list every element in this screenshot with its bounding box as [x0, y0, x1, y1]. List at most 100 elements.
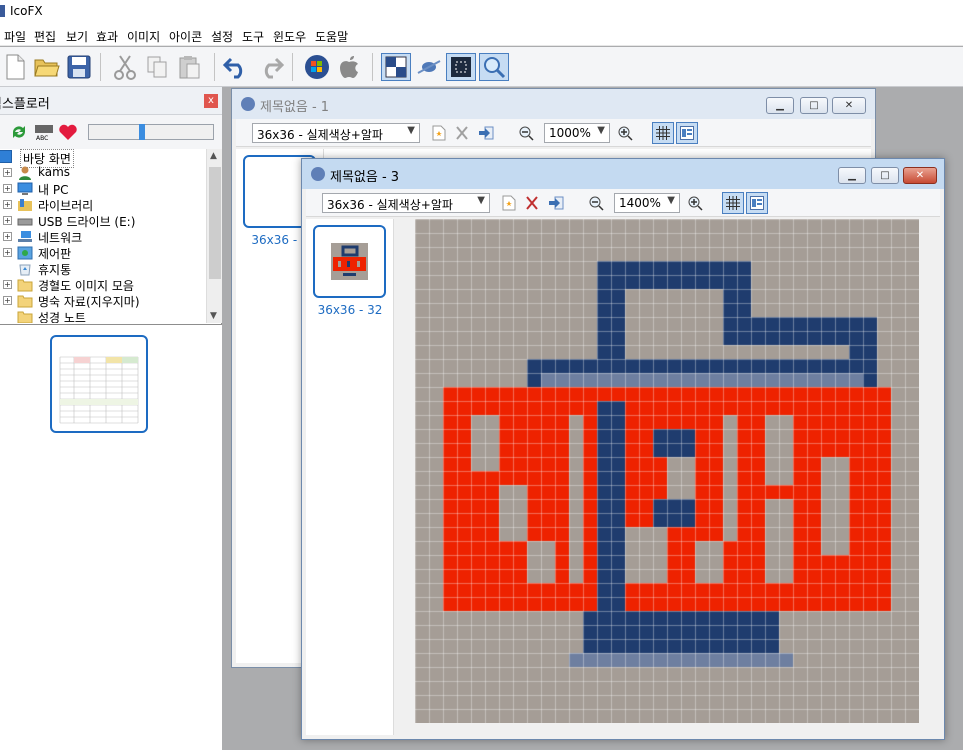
zoom-out-icon[interactable] [588, 195, 604, 211]
maximize-button[interactable]: □ [800, 97, 828, 114]
explorer-close-button[interactable]: x [204, 94, 218, 108]
svg-text:ABC: ABC [36, 135, 48, 141]
copy-icon[interactable] [142, 53, 172, 81]
delete-image-icon[interactable] [524, 195, 540, 211]
document-icon [241, 97, 255, 111]
pixel-editor-area [394, 219, 940, 735]
window-3-body: 36x36 - 32 [306, 219, 940, 735]
window-3-toolbar: 36x36 - 실제색상+알파 ▼ 1400% ▼ [306, 189, 940, 217]
recycle-bin-icon [17, 262, 33, 276]
document-window-3: 제목없음 - 3 ▁ □ ✕ 36x36 - 실제색상+알파▼ 1400%▼ [301, 158, 945, 740]
folder-icon [17, 294, 33, 308]
refresh-icon[interactable] [10, 123, 28, 144]
redo-icon[interactable] [255, 53, 285, 81]
favorite-heart-icon[interactable] [58, 123, 78, 144]
desktop-icon [0, 150, 12, 163]
file-preview-area [0, 324, 222, 750]
paste-icon[interactable] [174, 53, 204, 81]
icon-image-caption: 36x36 - 32 [317, 303, 383, 317]
explorer-header: 익스플로러 x [0, 87, 222, 115]
chevron-down-icon: ▼ [477, 195, 485, 206]
menu-bar: 파일 편집 보기 효과 이미지 아이콘 설정 도구 윈도우 도움말 [0, 24, 963, 46]
apple-logo-icon[interactable] [334, 53, 364, 81]
new-image-icon[interactable] [431, 125, 447, 141]
open-folder-icon[interactable] [32, 53, 62, 81]
windows-logo-icon[interactable] [302, 53, 332, 81]
pixel-canvas[interactable] [415, 219, 919, 723]
undo-icon[interactable] [222, 53, 252, 81]
zoom-in-icon[interactable] [617, 125, 633, 141]
format-select[interactable]: 36x36 - 실제색상+알파 ▼ [322, 193, 490, 213]
menu-image[interactable]: 이미지 [127, 28, 160, 45]
menu-edit[interactable]: 편집 [34, 28, 56, 45]
checker-view-icon[interactable] [381, 53, 411, 81]
window-3-title: 제목없음 - 3 [330, 170, 400, 185]
app-titlebar: IcoFX [0, 0, 963, 24]
delete-image-icon[interactable] [454, 125, 470, 141]
menu-tools[interactable]: 도구 [242, 28, 264, 45]
app-title: IcoFX [10, 4, 43, 18]
grid-toggle-icon[interactable] [652, 122, 674, 144]
menu-file[interactable]: 파일 [4, 28, 26, 45]
window-1-title: 제목없음 - 1 [260, 100, 330, 115]
explorer-title: 익스플로러 [0, 97, 50, 112]
minimize-button[interactable]: ▁ [766, 97, 794, 114]
main-toolbar [0, 47, 963, 87]
thumbnail-size-slider[interactable] [88, 124, 214, 140]
chevron-down-icon: ▼ [597, 125, 605, 136]
grid-toggle-icon[interactable] [722, 192, 744, 214]
computer-icon [17, 182, 33, 195]
chevron-down-icon: ▼ [407, 125, 415, 136]
zoom-select[interactable]: 1000% ▼ [544, 123, 610, 143]
explorer-toolbar: ABC [0, 115, 222, 149]
icon-image-list: 36x36 - 32 [306, 219, 394, 735]
menu-settings[interactable]: 설정 [211, 28, 233, 45]
file-thumbnail[interactable] [50, 335, 148, 433]
folder-tree: 바탕 화면 + kams + 내 PC + 라이브러리 + USB 드라이브 (… [0, 149, 206, 323]
user-icon [17, 166, 33, 180]
menu-window[interactable]: 윈도우 [273, 28, 306, 45]
menu-effects[interactable]: 효과 [96, 28, 118, 45]
menu-view[interactable]: 보기 [66, 28, 88, 45]
minimize-button[interactable]: ▁ [838, 167, 866, 184]
library-icon [17, 198, 33, 211]
slider-knob[interactable] [139, 124, 145, 140]
format-select[interactable]: 36x36 - 실제색상+알파 ▼ [252, 123, 420, 143]
tree-scrollbar[interactable]: ▲ ▼ [206, 149, 222, 323]
cut-icon[interactable] [110, 53, 140, 81]
save-icon[interactable] [64, 53, 94, 81]
window-1-toolbar: 36x36 - 실제색상+알파 ▼ 1000% ▼ [236, 119, 871, 147]
preview-panel-icon[interactable] [746, 192, 768, 214]
scroll-thumb[interactable] [209, 167, 221, 279]
scroll-down-icon[interactable]: ▼ [210, 311, 217, 321]
explorer-panel: 익스플로러 x ABC 바탕 화면 + kams + 내 PC [0, 87, 222, 750]
zoom-in-icon[interactable] [687, 195, 703, 211]
new-image-icon[interactable] [501, 195, 517, 211]
zoom-select[interactable]: 1400% ▼ [614, 193, 680, 213]
menu-help[interactable]: 도움말 [315, 28, 348, 45]
selection-icon[interactable] [446, 53, 476, 81]
new-file-icon[interactable] [0, 53, 30, 81]
import-icon[interactable] [478, 125, 494, 141]
close-button[interactable]: ✕ [903, 167, 937, 184]
control-panel-icon [17, 246, 33, 260]
document-icon [311, 167, 325, 181]
icon-image-slot[interactable] [313, 225, 386, 298]
folder-icon [17, 278, 33, 292]
close-button[interactable]: ✕ [832, 97, 866, 114]
menu-icon[interactable]: 아이콘 [169, 28, 202, 45]
usb-drive-icon [17, 214, 33, 227]
preview-panel-icon[interactable] [676, 122, 698, 144]
satellite-icon[interactable] [414, 53, 444, 81]
app-icon [0, 5, 5, 17]
magnifier-icon[interactable] [479, 53, 509, 81]
zoom-out-icon[interactable] [518, 125, 534, 141]
rename-icon[interactable]: ABC [34, 123, 54, 144]
maximize-button[interactable]: □ [871, 167, 899, 184]
network-icon [17, 230, 33, 243]
window-1-titlebar: 제목없음 - 1 ▁ □ ✕ [232, 89, 875, 119]
import-icon[interactable] [548, 195, 564, 211]
scroll-up-icon[interactable]: ▲ [210, 151, 217, 161]
folder-icon [17, 310, 33, 323]
window-3-titlebar: 제목없음 - 3 ▁ □ ✕ [302, 159, 944, 189]
